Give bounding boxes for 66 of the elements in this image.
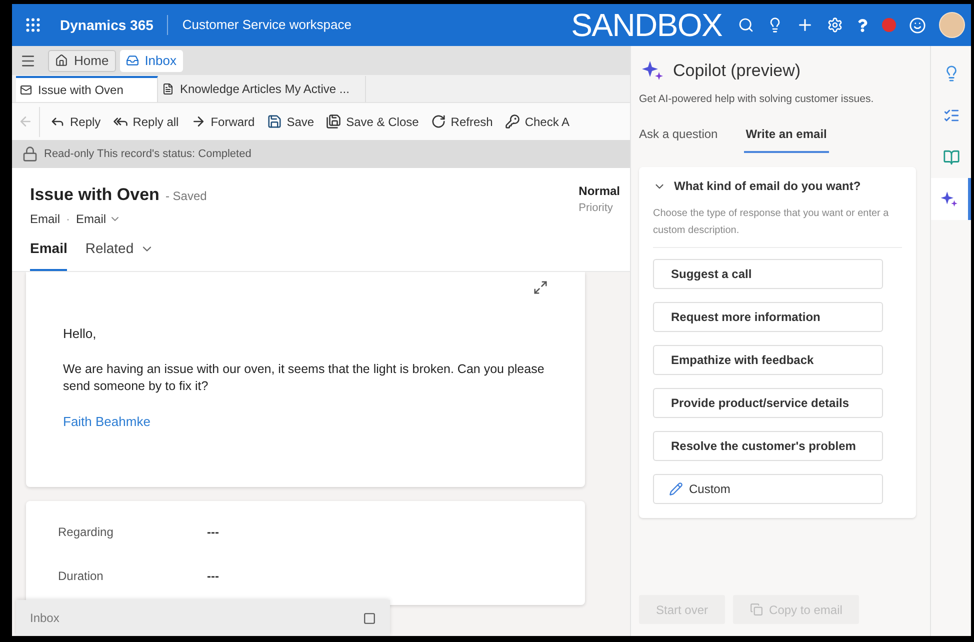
toolbar-button[interactable]: Save & Close [320, 106, 425, 136]
copilot-tab[interactable]: Write an email [744, 125, 829, 154]
nav-tab[interactable]: Home [48, 50, 116, 72]
settings-icon[interactable] [827, 17, 843, 33]
email-signature: Faith Beahmke [63, 412, 152, 430]
email-type-option[interactable]: Request more information [653, 302, 883, 332]
email-type-option[interactable]: Resolve the customer's problem [653, 431, 883, 462]
forward-arrow-icon [190, 114, 206, 129]
field-label: Duration [58, 568, 104, 585]
help-icon[interactable] [856, 18, 869, 32]
lock-icon [22, 146, 38, 162]
priority-label: Priority [578, 201, 614, 216]
avatar[interactable] [939, 12, 965, 38]
entity-name: Email [30, 210, 60, 228]
key-icon [504, 114, 520, 129]
email-body: We are having an issue with our oven, it seems that the light is broken. Can you please send someone by to fix it? [63, 360, 546, 394]
copilot-tab[interactable]: Ask a question [639, 125, 718, 154]
field-value: --- [207, 524, 219, 541]
maximize-icon[interactable] [363, 612, 376, 624]
app-launcher-icon[interactable] [24, 16, 42, 34]
copilot-subtitle: Get AI-powered help with solving customer issues. [639, 92, 875, 106]
field-value: --- [207, 568, 219, 585]
save-close-icon [326, 114, 342, 129]
email-greeting: Hello, [63, 325, 98, 343]
email-type-option[interactable]: Suggest a call [653, 259, 883, 290]
workspace-name: Customer Service workspace [182, 16, 352, 34]
email-type-option[interactable]: Custom [653, 474, 883, 504]
email-type-option[interactable]: Empathize with feedback [653, 345, 883, 376]
toolbar-button[interactable]: Reply all [106, 106, 185, 136]
form-selector[interactable]: Email [76, 210, 122, 228]
inbox-tray-icon [126, 54, 139, 67]
add-icon[interactable] [796, 16, 814, 34]
form-tab[interactable]: Related [85, 238, 154, 271]
toolbar-button[interactable]: Refresh [424, 106, 499, 136]
house-icon [55, 54, 68, 67]
book-icon [942, 148, 960, 166]
toolbar-button[interactable]: Reply [44, 106, 107, 136]
expand-icon[interactable] [533, 280, 548, 295]
section-description: Choose the type of response that you want or enter a custom description. [653, 205, 902, 248]
save-status: - Saved [165, 188, 207, 205]
separator-dot: · [66, 210, 70, 228]
refresh-icon [430, 114, 446, 129]
toolbar-button[interactable]: Save [260, 106, 320, 136]
toolbar-button[interactable]: Check A [498, 106, 576, 136]
sparkle-icon [940, 190, 959, 208]
environment-label: SANDBOX [571, 9, 722, 41]
section-header[interactable]: What kind of email do you want? [653, 177, 861, 196]
minimized-panel[interactable]: Inbox [16, 600, 390, 636]
toolbar-button[interactable]: Forward [184, 106, 261, 136]
copy-icon [750, 603, 764, 616]
copilot-title: Copilot (preview) [673, 60, 801, 82]
email-type-option[interactable]: Provide product/service details [653, 388, 883, 418]
menu-icon[interactable] [20, 52, 36, 68]
record-title: Issue with Oven [30, 184, 160, 206]
nav-tab[interactable]: Inbox [120, 50, 182, 72]
session-tab[interactable]: Issue with Oven [16, 76, 158, 102]
priority-value: Normal [578, 183, 620, 200]
field-label: Regarding [58, 524, 114, 541]
smiley-icon[interactable] [909, 16, 926, 34]
minimized-title: Inbox [30, 610, 60, 627]
notice-text: Read-only This record's status: Completed [44, 146, 252, 162]
envelope-icon [20, 84, 32, 96]
search-icon[interactable] [738, 17, 754, 33]
pencil-icon [669, 482, 683, 496]
app-name[interactable]: Dynamics 365 [60, 14, 154, 36]
document-icon [162, 83, 174, 95]
